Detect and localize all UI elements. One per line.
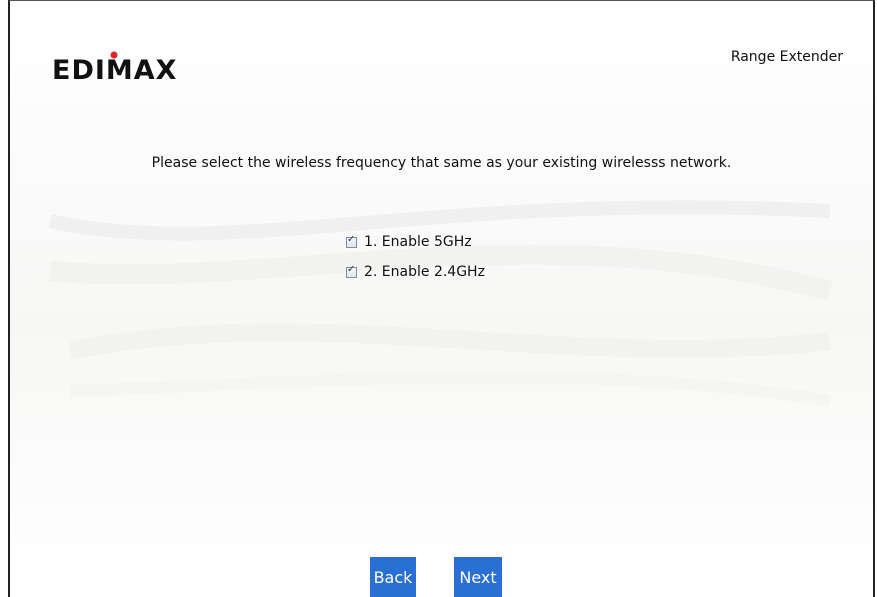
product-title: Range Extender [730,49,843,65]
frequency-options: ✓ 1. Enable 5GHz ✓ 2. Enable 2.4GHz [346,227,485,287]
edimax-logo: EDIMAX [52,51,177,83]
next-button[interactable]: Next [454,557,502,597]
instruction-text: Please select the wireless frequency tha… [151,155,732,171]
check-icon: ✓ [347,263,356,275]
option-5ghz[interactable]: ✓ 1. Enable 5GHz [346,227,485,257]
enable-24ghz-checkbox[interactable]: ✓ [346,263,357,278]
option-24ghz[interactable]: ✓ 2. Enable 2.4GHz [346,257,485,287]
background-wave [48,200,833,407]
back-button[interactable]: Back [370,557,416,597]
enable-5ghz-checkbox[interactable]: ✓ [346,233,357,248]
check-icon: ✓ [347,233,356,245]
setup-wizard-panel: EDIMAX Range Extender Please select the … [8,0,875,597]
option-24ghz-label: 2. Enable 2.4GHz [364,264,485,280]
option-5ghz-label: 1. Enable 5GHz [364,234,472,250]
svg-text:EDIMAX: EDIMAX [52,55,177,83]
